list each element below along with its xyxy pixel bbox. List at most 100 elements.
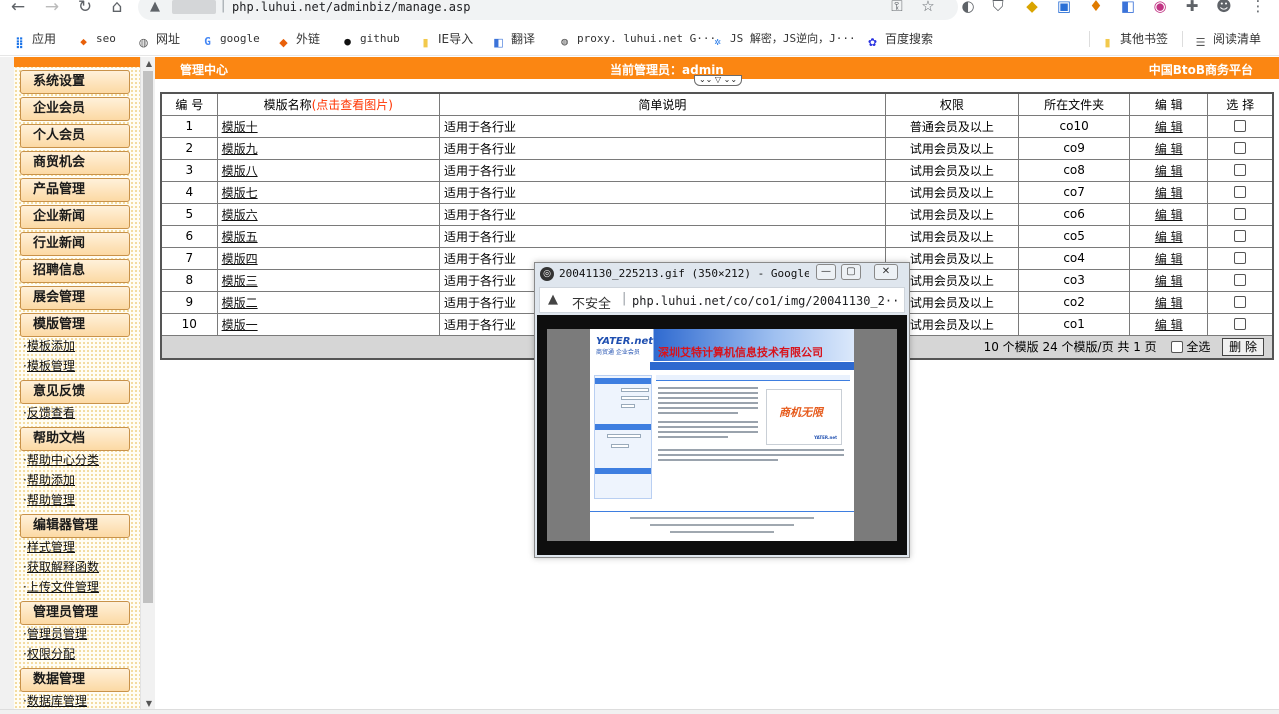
close-icon[interactable]: ✕ <box>874 264 898 280</box>
bookmark-seo[interactable]: ◆ seo <box>76 31 116 48</box>
bookmark-translate[interactable]: ◧ 翻译 <box>491 31 535 49</box>
maximize-icon[interactable]: ▢ <box>841 264 861 280</box>
scrollbar-thumb[interactable] <box>143 71 153 603</box>
bookmark-urls[interactable]: ◍ 网址 <box>136 31 180 49</box>
sidebar-category[interactable]: 管理员管理 <box>20 601 130 625</box>
sidebar-subitem[interactable]: 帮助添加 <box>23 473 75 487</box>
sidebar-subitem[interactable]: 模板管理 <box>23 359 75 373</box>
warning-icon[interactable]: ▲ <box>150 0 160 14</box>
edit-link[interactable]: 编 辑 <box>1155 142 1183 156</box>
extension-icon[interactable]: ▣ <box>1054 0 1074 14</box>
sidebar-category[interactable]: 意见反馈 <box>20 380 130 404</box>
template-name-link[interactable]: 模版三 <box>222 274 258 288</box>
sidebar-category[interactable]: 数据管理 <box>20 668 130 692</box>
bookmark-google[interactable]: Ggoogle <box>200 31 260 48</box>
select-all-checkbox[interactable] <box>1170 340 1183 353</box>
edit-link[interactable]: 编 辑 <box>1155 296 1183 310</box>
sidebar-category[interactable]: 行业新闻 <box>20 232 130 256</box>
bookmark-apps[interactable]: ⣿ 应用 <box>12 31 56 49</box>
minimize-icon[interactable]: — <box>816 264 836 280</box>
sidebar-category[interactable]: 产品管理 <box>20 178 130 202</box>
sidebar-scrollbar[interactable]: ▲ ▼ <box>140 57 155 714</box>
sidebar-subitem[interactable]: 权限分配 <box>23 647 75 661</box>
sidebar-subitem[interactable]: 管理员管理 <box>23 627 87 641</box>
template-name-link[interactable]: 模版五 <box>222 230 258 244</box>
row-select-checkbox[interactable] <box>1234 252 1247 264</box>
edit-link[interactable]: 编 辑 <box>1155 230 1183 244</box>
extension-icon[interactable]: ♦ <box>1086 0 1106 14</box>
sidebar-category[interactable]: 企业新闻 <box>20 205 130 229</box>
row-select-checkbox[interactable] <box>1234 164 1247 176</box>
image-popup-window[interactable]: ◎ 20041130_225213.gif (350×212) - Google… <box>534 262 910 558</box>
sidebar-subitem[interactable]: 获取解释函数 <box>23 560 99 574</box>
row-select-checkbox[interactable] <box>1234 142 1247 154</box>
edit-link[interactable]: 编 辑 <box>1155 164 1183 178</box>
template-name-link[interactable]: 模版十 <box>222 120 258 134</box>
sidebar-category[interactable]: 帮助文档 <box>20 427 130 451</box>
template-name-link[interactable]: 模版八 <box>222 164 258 178</box>
template-name-link[interactable]: 模版九 <box>222 142 258 156</box>
template-name-link[interactable]: 模版一 <box>222 318 258 332</box>
row-select-checkbox[interactable] <box>1234 230 1247 242</box>
url-text[interactable]: php.luhui.net/adminbiz/manage.asp <box>232 0 470 14</box>
edit-link[interactable]: 编 辑 <box>1155 252 1183 266</box>
extension-icon[interactable]: ◐ <box>958 0 978 14</box>
bookmark-github[interactable]: ● github <box>340 31 400 48</box>
site-info-chip[interactable] <box>172 0 216 14</box>
bookmark-js-decrypt[interactable]: ✲ JS 解密，JS逆向，J··· <box>710 31 855 48</box>
sidebar-category[interactable]: 招聘信息 <box>20 259 130 283</box>
select-all-label[interactable]: 全选 <box>1186 340 1210 354</box>
sidebar-subitem[interactable]: 帮助管理 <box>23 493 75 507</box>
row-select-checkbox[interactable] <box>1234 296 1247 308</box>
delete-button[interactable]: 删 除 <box>1222 337 1264 356</box>
bookmark-ie-import[interactable]: ▮ IE导入 <box>418 31 473 49</box>
edit-link[interactable]: 编 辑 <box>1155 274 1183 288</box>
puzzle-icon[interactable]: ✚ <box>1182 0 1202 14</box>
edit-link[interactable]: 编 辑 <box>1155 318 1183 332</box>
menu-dots-icon[interactable]: ⋮ <box>1248 0 1268 14</box>
row-select-checkbox[interactable] <box>1234 120 1247 132</box>
bookmark-proxy[interactable]: ◍ proxy. luhui.net G··· <box>557 31 716 48</box>
bookmark-backlinks[interactable]: ◆ 外链 <box>276 31 320 49</box>
sidebar-subitem[interactable]: 数据库管理 <box>23 694 87 708</box>
scroll-up-arrow-icon[interactable]: ▲ <box>144 59 154 68</box>
extension-icon[interactable]: ◆ <box>1022 0 1042 14</box>
back-arrow-icon[interactable]: ← <box>8 0 28 18</box>
sidebar-category[interactable]: 展会管理 <box>20 286 130 310</box>
row-select-checkbox[interactable] <box>1234 274 1247 286</box>
popup-titlebar[interactable]: ◎ 20041130_225213.gif (350×212) - Google… <box>535 263 909 285</box>
sidebar-subitem[interactable]: 模板添加 <box>23 339 75 353</box>
translate-icon[interactable]: ◧ <box>1118 0 1138 14</box>
template-name-link[interactable]: 模版七 <box>222 186 258 200</box>
star-icon[interactable]: ☆ <box>918 0 938 14</box>
sidebar-subitem[interactable]: 上传文件管理 <box>23 580 99 594</box>
home-icon[interactable]: ⌂ <box>107 0 127 18</box>
bookmark-baidu[interactable]: ✿ 百度搜索 <box>865 31 933 49</box>
sidebar-subitem[interactable]: 帮助中心分类 <box>23 453 99 467</box>
sidebar-category[interactable]: 商贸机会 <box>20 151 130 175</box>
sidebar-category[interactable]: 个人会员 <box>20 124 130 148</box>
popup-address-bar[interactable]: ▲ 不安全 | php.luhui.net/co/co1/img/2004113… <box>539 287 905 313</box>
edit-link[interactable]: 编 辑 <box>1155 208 1183 222</box>
profile-icon[interactable]: ☻ <box>1214 0 1234 14</box>
scroll-down-arrow-icon[interactable]: ▼ <box>144 699 154 708</box>
template-name-link[interactable]: 模版二 <box>222 296 258 310</box>
horizontal-scrollbar[interactable] <box>0 709 1279 714</box>
bookmark-reading-list[interactable]: ☰ 阅读清单 <box>1182 31 1261 49</box>
edit-link[interactable]: 编 辑 <box>1155 186 1183 200</box>
row-select-checkbox[interactable] <box>1234 208 1247 220</box>
sidebar-subitem[interactable]: 反馈查看 <box>23 406 75 420</box>
sidebar-subitem[interactable]: 样式管理 <box>23 540 75 554</box>
sidebar-category[interactable]: 编辑器管理 <box>20 514 130 538</box>
key-icon[interactable]: ⚿ <box>887 0 907 14</box>
template-name-link[interactable]: 模版四 <box>222 252 258 266</box>
forward-arrow-icon[interactable]: → <box>42 0 62 18</box>
template-name-link[interactable]: 模版六 <box>222 208 258 222</box>
bookmark-other[interactable]: ▮ 其他书签 <box>1089 31 1168 49</box>
camera-icon[interactable]: ◉ <box>1150 0 1170 14</box>
row-select-checkbox[interactable] <box>1234 186 1247 198</box>
insecure-label[interactable]: 不安全 <box>572 293 611 312</box>
warning-icon[interactable]: ▲ <box>548 292 558 307</box>
collapse-toggle-button[interactable]: ⌄⌄ ▽ ⌄⌄ <box>694 75 742 86</box>
sidebar-category[interactable]: 模版管理 <box>20 313 130 337</box>
